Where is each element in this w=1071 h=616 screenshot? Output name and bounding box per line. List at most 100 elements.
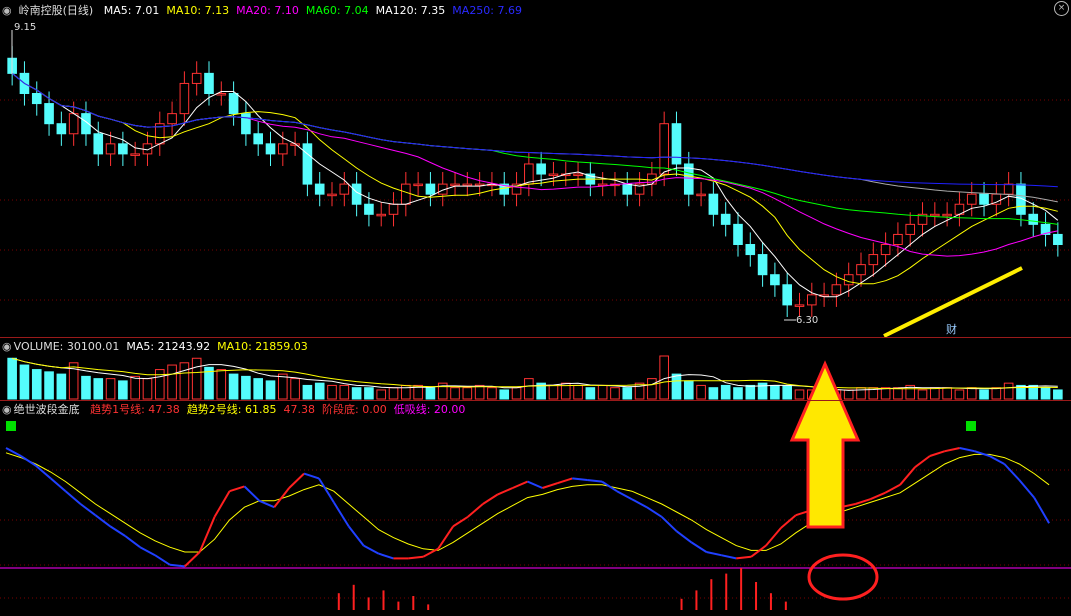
volume-bar[interactable]	[31, 369, 42, 400]
volume-bar[interactable]	[708, 387, 719, 400]
candle[interactable]	[1003, 183, 1014, 195]
candle[interactable]	[44, 103, 54, 125]
volume-bar[interactable]	[302, 384, 313, 400]
candle[interactable]	[241, 113, 251, 135]
candle[interactable]	[659, 123, 669, 175]
volume-bar[interactable]	[179, 362, 190, 400]
volume-bar[interactable]	[966, 387, 977, 400]
volume-bar[interactable]	[794, 389, 805, 400]
candle[interactable]	[191, 72, 202, 84]
volume-bar[interactable]	[1040, 387, 1051, 400]
candle[interactable]	[1053, 233, 1063, 246]
volume-bar[interactable]	[610, 387, 620, 400]
volume-bar[interactable]	[314, 382, 325, 400]
candle[interactable]	[302, 143, 313, 185]
volume-bar[interactable]	[191, 357, 202, 400]
volume-bar[interactable]	[56, 373, 67, 400]
candle[interactable]	[216, 93, 227, 96]
candle[interactable]	[782, 284, 793, 306]
volume-bar[interactable]	[487, 387, 497, 400]
volume-bar[interactable]	[277, 373, 288, 400]
volume-bar[interactable]	[880, 387, 891, 400]
candle[interactable]	[179, 82, 190, 115]
candle[interactable]	[314, 183, 325, 195]
candle[interactable]	[880, 244, 891, 256]
candle[interactable]	[893, 233, 903, 246]
volume-bar[interactable]	[745, 384, 756, 400]
candle[interactable]	[868, 254, 879, 266]
volume-bar[interactable]	[1003, 382, 1014, 400]
volume-bar[interactable]	[954, 389, 965, 400]
volume-bar[interactable]	[720, 384, 731, 400]
candle[interactable]	[757, 254, 768, 276]
volume-bar[interactable]	[782, 384, 793, 400]
candle[interactable]	[966, 193, 977, 205]
collapse-circle-icon[interactable]: ◉	[2, 403, 12, 416]
candle[interactable]	[806, 294, 817, 306]
candle[interactable]	[745, 244, 756, 256]
candle[interactable]	[130, 153, 140, 156]
volume-bar[interactable]	[228, 373, 239, 400]
volume-bar[interactable]	[327, 384, 337, 400]
candle[interactable]	[425, 183, 436, 195]
candle[interactable]	[450, 183, 460, 187]
volume-bar[interactable]	[917, 389, 928, 400]
candle[interactable]	[770, 274, 780, 286]
volume-bar[interactable]	[696, 384, 706, 400]
volume-bar[interactable]	[647, 378, 657, 400]
candle[interactable]	[671, 123, 682, 165]
candle[interactable]	[573, 173, 583, 177]
candle[interactable]	[905, 223, 916, 235]
volume-bar[interactable]	[388, 387, 399, 400]
volume-bar[interactable]	[105, 378, 116, 400]
volume-bar[interactable]	[474, 384, 485, 400]
volume-bar[interactable]	[142, 378, 153, 400]
volume-bar[interactable]	[511, 387, 522, 400]
candle[interactable]	[401, 183, 411, 205]
volume-bar[interactable]	[216, 369, 227, 400]
volume-bar[interactable]	[524, 378, 534, 400]
candle[interactable]	[942, 213, 952, 217]
candle[interactable]	[413, 183, 423, 187]
volume-bar[interactable]	[93, 378, 104, 400]
candle[interactable]	[462, 183, 473, 187]
volume-bar[interactable]	[733, 387, 743, 400]
volume-bar[interactable]	[241, 375, 251, 400]
volume-bar[interactable]	[44, 371, 54, 400]
volume-bar[interactable]	[683, 380, 694, 400]
volume-bar[interactable]	[843, 389, 854, 400]
volume-bar[interactable]	[462, 387, 473, 400]
candle[interactable]	[548, 173, 559, 177]
volume-bars[interactable]	[7, 355, 1063, 400]
candle[interactable]	[1028, 213, 1039, 225]
volume-bar[interactable]	[671, 373, 682, 400]
volume-bar[interactable]	[130, 375, 140, 400]
volume-bar[interactable]	[364, 387, 374, 400]
volume-bar[interactable]	[1053, 389, 1063, 400]
volume-bar[interactable]	[930, 387, 940, 400]
chart-canvas[interactable]	[0, 0, 1071, 616]
volume-bar[interactable]	[339, 384, 350, 400]
volume-bar[interactable]	[19, 364, 30, 400]
volume-bar[interactable]	[425, 387, 436, 400]
volume-bar[interactable]	[81, 375, 91, 400]
volume-bar[interactable]	[979, 389, 989, 400]
candle[interactable]	[228, 93, 239, 115]
candle[interactable]	[536, 163, 546, 175]
candle[interactable]	[376, 213, 387, 217]
candle[interactable]	[167, 113, 177, 125]
candle[interactable]	[979, 193, 989, 205]
volume-bar[interactable]	[376, 389, 387, 400]
candle[interactable]	[831, 284, 842, 296]
volume-bar[interactable]	[253, 378, 264, 400]
candle[interactable]	[733, 223, 743, 246]
volume-bar[interactable]	[154, 369, 165, 400]
candle[interactable]	[253, 133, 264, 145]
candle[interactable]	[93, 133, 104, 155]
candle[interactable]	[277, 143, 288, 155]
candle[interactable]	[204, 72, 214, 95]
candle[interactable]	[364, 203, 374, 215]
candle[interactable]	[31, 93, 42, 105]
volume-bar[interactable]	[118, 380, 128, 400]
candle[interactable]	[930, 213, 940, 217]
